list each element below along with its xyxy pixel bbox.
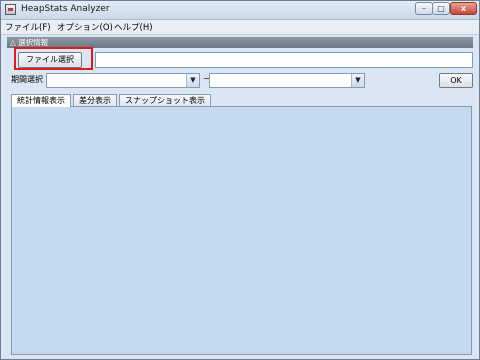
menu-bar: ファイル(F) オプション(O) ヘルプ(H) — [1, 20, 479, 35]
window-title: HeapStats Analyzer — [21, 4, 110, 14]
chevron-down-icon[interactable]: ▼ — [351, 74, 364, 87]
file-path-field[interactable] — [95, 52, 473, 68]
tab-statistics[interactable]: 統計情報表示 — [11, 94, 71, 107]
chevron-down-icon[interactable]: ▼ — [186, 74, 199, 87]
period-label: 期間選択 — [11, 75, 43, 84]
end-time-combo[interactable]: ▼ — [209, 73, 365, 88]
app-icon — [5, 4, 16, 15]
menu-file[interactable]: ファイル(F) — [5, 21, 51, 33]
ok-button[interactable]: OK — [439, 73, 473, 88]
tab-diff[interactable]: 差分表示 — [73, 94, 117, 106]
period-row: 期間選択 ▼ ~ ▼ OK — [7, 73, 473, 88]
menu-help[interactable]: ヘルプ(H) — [114, 21, 153, 33]
app-window: HeapStats Analyzer – □ x ファイル(F) オプション(O… — [0, 0, 480, 360]
minimize-button[interactable]: – — [415, 2, 433, 15]
maximize-button[interactable]: □ — [432, 2, 450, 15]
tab-snapshot[interactable]: スナップショット表示 — [119, 94, 211, 106]
menu-options[interactable]: オプション(O) — [57, 21, 113, 33]
tab-bar: 統計情報表示 差分表示 スナップショット表示 — [7, 94, 473, 107]
start-time-combo[interactable]: ▼ — [46, 73, 200, 88]
tab-content-panel — [11, 106, 472, 355]
file-row: ファイル選択 — [7, 47, 473, 70]
title-bar: HeapStats Analyzer – □ x — [1, 1, 479, 20]
main-content: △ 選択情報 ファイル選択 期間選択 ▼ ~ ▼ OK 統計情報表示 差分表示 … — [5, 37, 475, 355]
highlight-box — [14, 47, 93, 70]
close-button[interactable]: x — [450, 2, 477, 15]
